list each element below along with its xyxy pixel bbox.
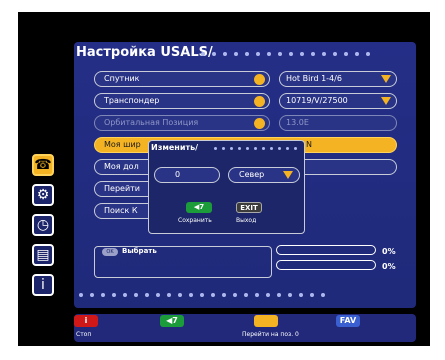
level-meter-icon[interactable]: ▤ — [32, 244, 54, 266]
info-icon[interactable]: i — [32, 274, 54, 296]
signal-quality-pct: 0% — [382, 262, 396, 271]
yellow-key-label: Перейти на поз. 0 — [242, 331, 299, 338]
key-icon[interactable]: ⚙ — [32, 184, 54, 206]
select-label: Выбрать — [122, 247, 157, 255]
signal-strength-pct: 0% — [382, 247, 396, 256]
direction-dropdown-icon[interactable] — [283, 171, 293, 179]
orbital-position-row: Орбитальная Позиция — [94, 115, 270, 131]
save-key[interactable]: ◀7 — [186, 202, 212, 213]
popup-title: Изменить/ — [151, 143, 199, 152]
satellite-bullet-icon — [254, 74, 265, 85]
red-key-label: Стоп — [76, 331, 92, 338]
tv-screen: Настройка USALS/ Спутник Hot Bird 1-4/6 … — [18, 12, 430, 346]
red-key[interactable]: i — [74, 315, 98, 327]
yellow-key[interactable] — [254, 315, 278, 327]
transponder-dropdown-icon[interactable] — [381, 97, 391, 105]
green-key[interactable]: ◀7 — [160, 315, 184, 327]
transponder-row[interactable]: Транспондер — [94, 93, 270, 109]
satellite-dropdown-icon[interactable] — [381, 75, 391, 83]
transponder-bullet-icon — [254, 96, 265, 107]
clock-icon[interactable]: ◷ — [32, 214, 54, 236]
signal-strength-bar — [276, 245, 376, 255]
orbital-position-value: 13.0E — [286, 118, 309, 127]
blue-key[interactable]: FAV — [336, 315, 360, 327]
my-latitude-value: N — [306, 140, 312, 149]
ok-icon: OK — [102, 248, 118, 256]
popup-direction-value: Север — [239, 170, 265, 179]
goto-label: Перейти — [104, 184, 140, 193]
orbital-bullet-icon — [254, 118, 265, 129]
satellite-label: Спутник — [104, 74, 140, 83]
satellite-row[interactable]: Спутник — [94, 71, 270, 87]
my-longitude-label: Моя дол — [104, 162, 139, 171]
transponder-label: Транспондер — [104, 96, 160, 105]
orbital-position-label: Орбитальная Позиция — [104, 118, 199, 127]
transponder-value: 10719/V/27500 — [286, 96, 348, 105]
edit-popup — [148, 140, 305, 234]
save-label: Сохранить — [178, 217, 212, 224]
exit-key[interactable]: EXIT — [236, 202, 262, 213]
satellite-select[interactable]: Hot Bird 1-4/6 — [279, 71, 397, 87]
satellite-dish-icon[interactable]: ☎ — [32, 154, 54, 176]
select-box[interactable] — [94, 246, 272, 278]
search-label: Поиск К — [104, 206, 138, 215]
my-latitude-label: Моя шир — [104, 140, 141, 149]
exit-label: Выход — [236, 217, 257, 224]
satellite-value: Hot Bird 1-4/6 — [286, 74, 342, 83]
panel-title: Настройка USALS/ — [76, 45, 213, 60]
popup-input-value: 0 — [175, 170, 181, 179]
signal-quality-bar — [276, 260, 376, 270]
orbital-position-field: 13.0E — [279, 115, 397, 131]
popup-number-input[interactable]: 0 — [154, 167, 220, 183]
transponder-select[interactable]: 10719/V/27500 — [279, 93, 397, 109]
